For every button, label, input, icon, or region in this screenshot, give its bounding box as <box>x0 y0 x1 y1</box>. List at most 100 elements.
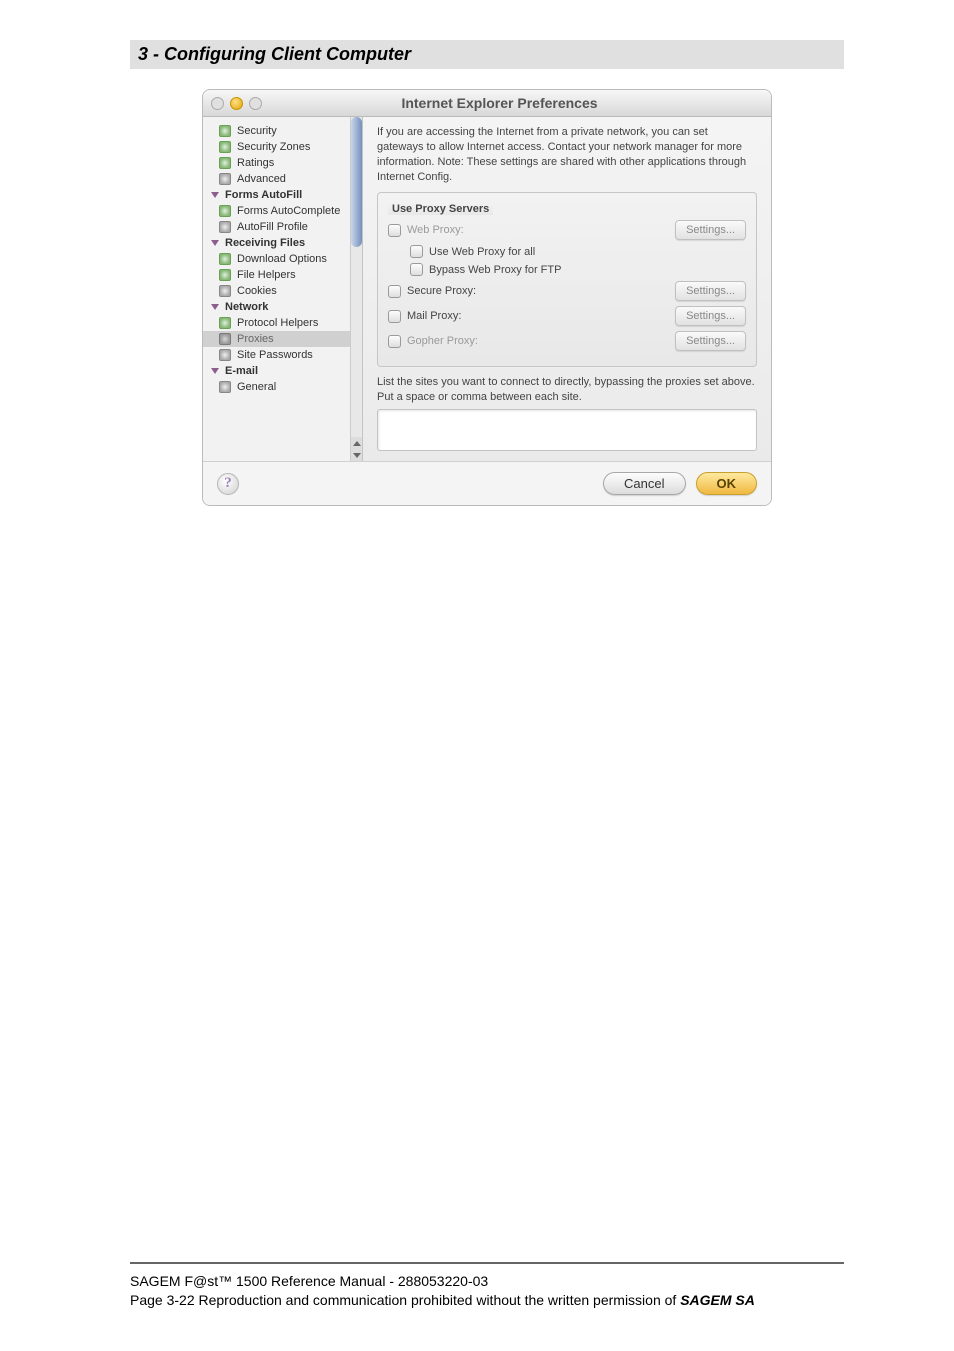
proxy-fieldset: Use Proxy Servers Web Proxy: Settings...… <box>377 192 757 367</box>
web-proxy-label: Web Proxy: <box>407 224 669 236</box>
sidebar-category-label: Network <box>225 301 268 313</box>
intro-text: If you are accessing the Internet from a… <box>377 125 757 184</box>
secure-proxy-row: Secure Proxy: Settings... <box>388 281 746 301</box>
minimize-icon[interactable] <box>230 97 243 110</box>
sidebar-item-icon <box>219 349 231 361</box>
sidebar-item-icon <box>219 285 231 297</box>
content-pane: If you are accessing the Internet from a… <box>363 117 771 461</box>
sidebar-item[interactable]: Advanced <box>203 171 362 187</box>
web-proxy-row: Web Proxy: Settings... <box>388 220 746 240</box>
fieldset-legend: Use Proxy Servers <box>388 203 493 215</box>
sidebar-item-label: Proxies <box>237 333 274 345</box>
sidebar-scrollbar[interactable] <box>350 117 362 461</box>
window-title: Internet Explorer Preferences <box>276 95 763 111</box>
gopher-proxy-row: Gopher Proxy: Settings... <box>388 331 746 351</box>
sidebar-item-label: General <box>237 381 276 393</box>
secure-proxy-label: Secure Proxy: <box>407 285 669 297</box>
scroll-thumb[interactable] <box>351 117 362 247</box>
sidebar-item-label: AutoFill Profile <box>237 221 308 233</box>
sidebar-item-label: Advanced <box>237 173 286 185</box>
sidebar-item-label: Site Passwords <box>237 349 313 361</box>
bypass-note: List the sites you want to connect to di… <box>377 375 757 405</box>
use-for-all-row: Use Web Proxy for all <box>388 245 746 258</box>
bypass-textarea[interactable] <box>377 409 757 451</box>
footer-line-2: Page 3-22 Reproduction and communication… <box>130 1291 844 1311</box>
sidebar-item[interactable]: Security Zones <box>203 139 362 155</box>
sidebar-item-icon <box>219 157 231 169</box>
disclosure-triangle-icon <box>209 366 220 377</box>
sidebar: Security Security Zones Ratings Advanced For… <box>203 117 363 461</box>
scroll-up[interactable] <box>351 437 362 449</box>
web-proxy-checkbox[interactable] <box>388 224 401 237</box>
sidebar-item-label: File Helpers <box>237 269 296 281</box>
mail-proxy-checkbox[interactable] <box>388 310 401 323</box>
sidebar-item-icon <box>219 317 231 329</box>
gopher-proxy-checkbox[interactable] <box>388 335 401 348</box>
sidebar-item-label: Security <box>237 125 277 137</box>
sidebar-item-icon <box>219 141 231 153</box>
sidebar-item-icon <box>219 205 231 217</box>
sidebar-item-label: Protocol Helpers <box>237 317 318 329</box>
sidebar-item[interactable]: Security <box>203 123 362 139</box>
sidebar-item[interactable]: File Helpers <box>203 267 362 283</box>
secure-proxy-settings-button[interactable]: Settings... <box>675 281 746 301</box>
mail-proxy-settings-button[interactable]: Settings... <box>675 306 746 326</box>
sidebar-item-icon <box>219 221 231 233</box>
bypass-ftp-row: Bypass Web Proxy for FTP <box>388 263 746 276</box>
use-for-all-checkbox[interactable] <box>410 245 423 258</box>
sidebar-item-label: Download Options <box>237 253 327 265</box>
ok-button[interactable]: OK <box>696 472 758 495</box>
mail-proxy-label: Mail Proxy: <box>407 310 669 322</box>
bypass-ftp-label: Bypass Web Proxy for FTP <box>429 264 746 276</box>
page-footer: SAGEM F@st™ 1500 Reference Manual - 2880… <box>130 1262 844 1311</box>
section-heading-wrap: 3 - Configuring Client Computer <box>130 40 844 69</box>
cancel-button[interactable]: Cancel <box>603 472 685 495</box>
zoom-icon[interactable] <box>249 97 262 110</box>
sidebar-category-label: E-mail <box>225 365 258 377</box>
sidebar-item-label: Forms AutoComplete <box>237 205 340 217</box>
mail-proxy-row: Mail Proxy: Settings... <box>388 306 746 326</box>
use-for-all-label: Use Web Proxy for all <box>429 246 746 258</box>
sidebar-item[interactable]: Cookies <box>203 283 362 299</box>
sidebar-item-label: Cookies <box>237 285 277 297</box>
screenshot-container: Internet Explorer Preferences SecuritySe… <box>130 89 844 506</box>
window-controls <box>211 97 262 110</box>
sidebar-item-icon <box>219 269 231 281</box>
sidebar-item[interactable]: AutoFill Profile <box>203 219 362 235</box>
sidebar-item[interactable]: Forms AutoComplete <box>203 203 362 219</box>
sidebar-category-label: Receiving Files <box>225 237 305 249</box>
sidebar-category[interactable]: Forms AutoFill <box>203 187 362 203</box>
secure-proxy-checkbox[interactable] <box>388 285 401 298</box>
sidebar-item-label: Security Zones <box>237 141 310 153</box>
sidebar-item[interactable]: General <box>203 379 362 395</box>
sidebar-item[interactable]: Ratings <box>203 155 362 171</box>
bypass-ftp-checkbox[interactable] <box>410 263 423 276</box>
sidebar-category[interactable]: Network <box>203 299 362 315</box>
sidebar-item[interactable]: Download Options <box>203 251 362 267</box>
preferences-window: Internet Explorer Preferences SecuritySe… <box>202 89 772 506</box>
gopher-proxy-label: Gopher Proxy: <box>407 335 669 347</box>
section-heading: 3 - Configuring Client Computer <box>138 44 836 65</box>
sidebar-item[interactable]: Proxies <box>203 331 362 347</box>
sidebar-category[interactable]: Receiving Files <box>203 235 362 251</box>
help-button[interactable]: ? <box>217 473 239 495</box>
titlebar: Internet Explorer Preferences <box>203 90 771 117</box>
sidebar-item-icon <box>219 125 231 137</box>
sidebar-category-label: Forms AutoFill <box>225 189 302 201</box>
sidebar-item-icon <box>219 173 231 185</box>
web-proxy-settings-button[interactable]: Settings... <box>675 220 746 240</box>
scroll-down[interactable] <box>351 449 362 461</box>
sidebar-item-icon <box>219 381 231 393</box>
sidebar-item[interactable]: Site Passwords <box>203 347 362 363</box>
sidebar-item[interactable]: Protocol Helpers <box>203 315 362 331</box>
gopher-proxy-settings-button[interactable]: Settings... <box>675 331 746 351</box>
footer-line-1: SAGEM F@st™ 1500 Reference Manual - 2880… <box>130 1272 844 1292</box>
dialog-footer: ? Cancel OK <box>203 461 771 505</box>
disclosure-triangle-icon <box>209 302 220 313</box>
sidebar-item-icon <box>219 333 231 345</box>
sidebar-category[interactable]: E-mail <box>203 363 362 379</box>
disclosure-triangle-icon <box>209 238 220 249</box>
close-icon[interactable] <box>211 97 224 110</box>
disclosure-triangle-icon <box>209 190 220 201</box>
sidebar-item-icon <box>219 253 231 265</box>
